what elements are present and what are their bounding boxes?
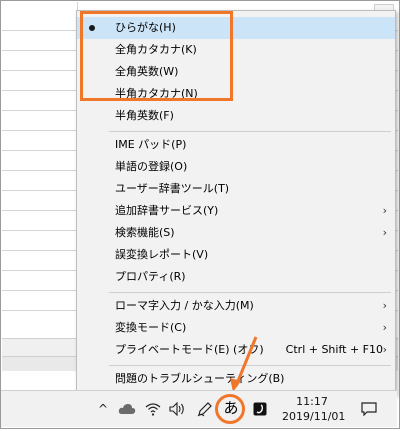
pointer-arrow-overlay [230,336,258,392]
wifi-icon[interactable] [143,391,163,427]
clock-date: 2019/11/01 [282,410,346,423]
show-hidden-icons-chevron-icon[interactable]: ^ [95,391,111,427]
speaker-volume-icon[interactable] [167,391,189,427]
pen-ink-workspace-icon[interactable] [195,391,215,427]
arrow-icon [234,336,258,387]
app-tray-icon[interactable] [250,391,270,427]
windows-taskbar: ^ あ 11:17 2019/11/01 [1,390,397,427]
ime-mode-indicator-button[interactable]: あ [220,397,242,419]
clock-time: 11:17 [296,395,328,408]
onedrive-cloud-icon[interactable] [117,391,137,427]
taskbar-clock[interactable]: 11:17 2019/11/01 [282,394,346,424]
action-center-notification-icon[interactable] [357,391,381,427]
